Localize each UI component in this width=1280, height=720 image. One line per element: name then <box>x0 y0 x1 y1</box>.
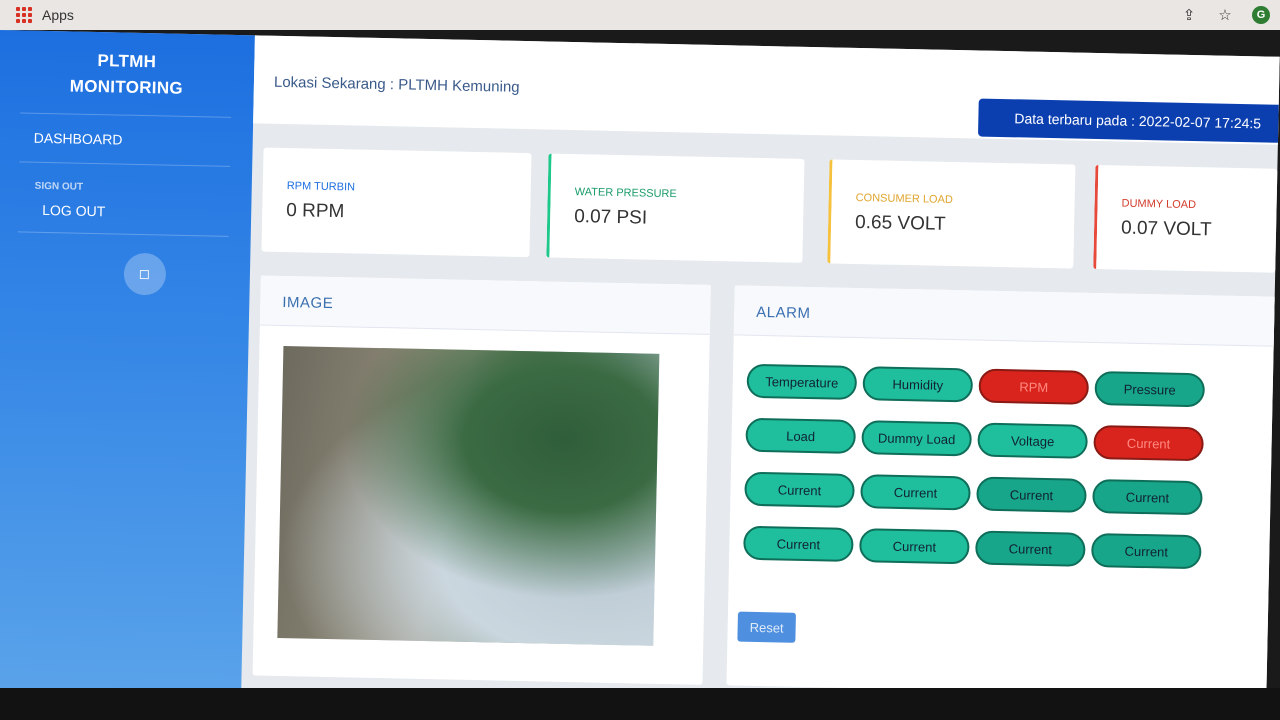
reset-button[interactable]: Reset <box>737 611 796 643</box>
alarm-pill: Load <box>745 417 857 455</box>
alarm-pill: Current <box>975 530 1086 567</box>
star-icon[interactable]: ☆ <box>1216 6 1234 24</box>
card-label: DUMMY LOAD <box>1121 197 1197 212</box>
latest-data-banner: Data terbaru pada : 2022-02-07 17:24:5 <box>977 98 1279 143</box>
card-water-pressure: WATER PRESSURE 0.07 PSI <box>546 153 805 263</box>
sidebar-divider <box>17 231 229 237</box>
browser-toolbar: Apps ⇪ ☆ G <box>0 0 1280 30</box>
app-screen: PLTMH MONITORING DASHBOARD SIGN OUT LOG … <box>0 30 1280 717</box>
brand-title[interactable]: PLTMH MONITORING <box>0 30 255 103</box>
sidebar-toggle-button[interactable] <box>122 252 166 296</box>
square-icon <box>139 269 150 279</box>
monitor-bezel <box>0 688 1280 720</box>
alarm-panel: ALARM Temperature Humidity RPM Pressure … <box>726 285 1275 697</box>
alarm-pill: Current <box>744 471 855 508</box>
alarm-pill: Current <box>1093 424 1204 462</box>
image-panel: IMAGE <box>252 275 711 685</box>
sidebar-item-dashboard[interactable]: DASHBOARD <box>0 127 253 152</box>
sidebar-divider <box>19 161 231 167</box>
card-label: CONSUMER LOAD <box>855 191 953 206</box>
alarm-pill: Dummy Load <box>861 420 972 457</box>
profile-avatar-icon[interactable]: G <box>1252 6 1270 24</box>
card-rpm-turbin: RPM TURBIN 0 RPM <box>261 147 532 258</box>
alarm-grid: Temperature Humidity RPM Pressure Load D… <box>743 363 1267 591</box>
alarm-pill: RPM <box>978 368 1090 405</box>
alarm-panel-title: ALARM <box>733 285 1275 347</box>
card-consumer-load: CONSUMER LOAD 0.65 VOLT <box>827 159 1076 269</box>
alarm-pill: Current <box>743 525 854 562</box>
alarm-pill: Current <box>1092 478 1203 516</box>
alarm-pill: Humidity <box>862 366 974 403</box>
card-value: 0 RPM <box>286 200 345 223</box>
card-value: 0.07 VOLT <box>1120 217 1212 241</box>
apps-grid-icon[interactable] <box>16 7 32 23</box>
card-label: WATER PRESSURE <box>574 186 677 201</box>
topbar: Lokasi Sekarang : PLTMH Kemuning Data te… <box>253 35 1280 145</box>
share-icon[interactable]: ⇪ <box>1180 6 1198 24</box>
card-dummy-load: DUMMY LOAD 0.07 VOLT <box>1093 164 1278 273</box>
sidebar-divider <box>20 112 232 118</box>
card-value: 0.07 PSI <box>573 206 648 229</box>
image-panel-title: IMAGE <box>259 275 711 335</box>
sidebar: PLTMH MONITORING DASHBOARD SIGN OUT LOG … <box>0 30 255 696</box>
alarm-pill: Voltage <box>977 422 1088 459</box>
alarm-pill: Current <box>860 474 971 511</box>
card-label: RPM TURBIN <box>286 180 356 194</box>
sidebar-section-signout: SIGN OUT <box>34 180 84 193</box>
apps-bookmark[interactable]: Apps <box>42 7 74 23</box>
alarm-pill: Temperature <box>746 363 858 401</box>
alarm-pill: Current <box>859 528 970 565</box>
brand-line-2: MONITORING <box>69 76 184 98</box>
alarm-pill: Pressure <box>1094 371 1206 408</box>
alarm-pill: Current <box>1090 532 1202 570</box>
current-location: Lokasi Sekarang : PLTMH Kemuning <box>273 73 520 96</box>
card-value: 0.65 VOLT <box>854 211 946 235</box>
alarm-pill: Current <box>976 476 1087 513</box>
site-camera-image <box>277 346 660 646</box>
